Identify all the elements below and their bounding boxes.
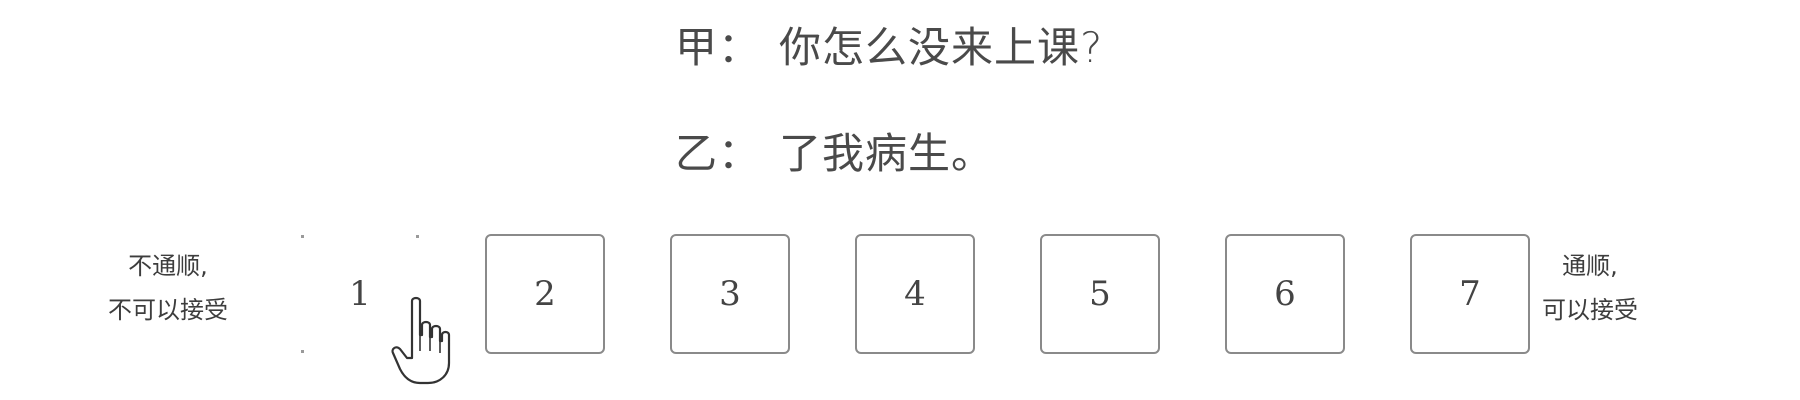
- left-anchor-line1: 不通顺,: [128, 252, 208, 280]
- option-label: 3: [719, 274, 741, 314]
- sentence-a: 你怎么没来上课?: [779, 23, 1104, 72]
- scale-option-4[interactable]: 4: [855, 234, 975, 354]
- option-label: 5: [1089, 274, 1111, 314]
- speaker-b: 乙：: [675, 129, 762, 178]
- dialog-line-b: 乙： 了我病生。: [675, 120, 994, 181]
- option-label: 1: [349, 274, 371, 314]
- option-label: 6: [1274, 274, 1296, 314]
- acceptability-scale: 不通顺, 不可以接受 1 2 3 4 5 6 7 通顺, 可以接受: [0, 232, 1800, 362]
- selection-corner: [301, 350, 304, 353]
- right-anchor-label: 通顺, 可以接受: [1500, 244, 1680, 332]
- speaker-a: 甲：: [675, 23, 762, 72]
- scale-option-2[interactable]: 2: [485, 234, 605, 354]
- option-label: 4: [904, 274, 926, 314]
- selection-corner: [416, 235, 419, 238]
- left-anchor-label: 不通顺, 不可以接受: [78, 244, 258, 332]
- scale-option-5[interactable]: 5: [1040, 234, 1160, 354]
- left-anchor-line2: 不可以接受: [108, 296, 228, 324]
- dialog-line-a: 甲： 你怎么没来上课?: [675, 14, 1103, 75]
- hand-pointer-icon: [391, 296, 451, 385]
- selection-corner: [301, 235, 304, 238]
- option-label: 7: [1459, 274, 1481, 314]
- right-anchor-line1: 通顺,: [1562, 252, 1618, 280]
- option-label: 2: [534, 274, 556, 314]
- right-anchor-line2: 可以接受: [1542, 296, 1638, 324]
- scale-option-3[interactable]: 3: [670, 234, 790, 354]
- scale-option-6[interactable]: 6: [1225, 234, 1345, 354]
- sentence-b: 了我病生。: [779, 129, 995, 178]
